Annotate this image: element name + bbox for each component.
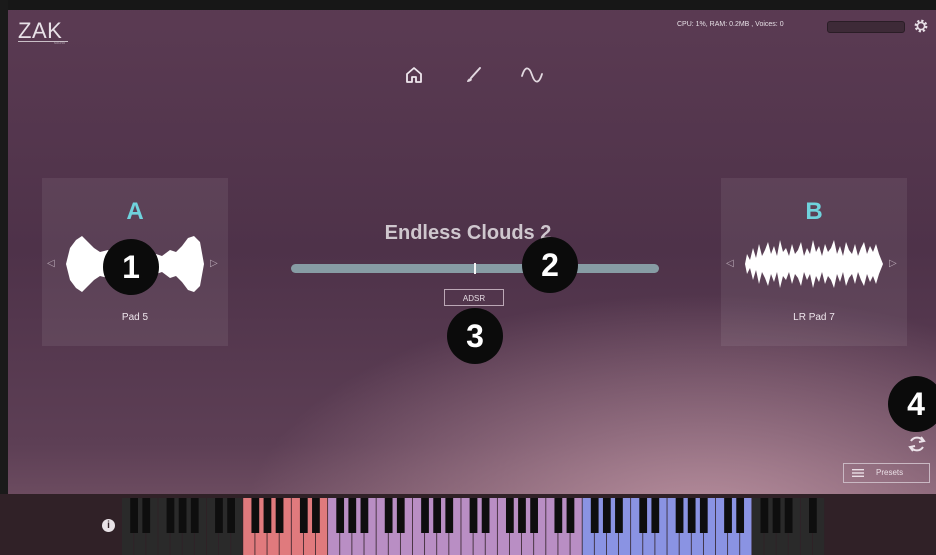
black-key[interactable] [166, 498, 175, 533]
black-key[interactable] [687, 498, 696, 533]
ab-mix-slider-handle[interactable] [474, 263, 476, 274]
system-status: CPU: 1%, RAM: 0.2MB , Voices: 0 [677, 21, 784, 28]
prev-arrow-icon[interactable]: ◁ [726, 258, 734, 269]
black-key[interactable] [421, 498, 429, 533]
next-arrow-icon[interactable]: ▷ [889, 258, 897, 269]
layer-b-panel[interactable]: B ◁ ▷ LR Pad 7 [721, 178, 907, 346]
callout-badge-4: 4 [888, 376, 936, 432]
black-key[interactable] [760, 498, 769, 533]
presets-label: Presets [876, 468, 904, 477]
black-key[interactable] [312, 498, 320, 533]
logo-subtitle: sound [54, 40, 65, 45]
presets-button[interactable]: Presets [843, 463, 930, 483]
black-key[interactable] [566, 498, 575, 533]
black-key[interactable] [518, 498, 526, 533]
black-key[interactable] [772, 498, 781, 533]
black-key[interactable] [481, 498, 490, 533]
black-key[interactable] [602, 498, 611, 533]
window-border [0, 0, 8, 555]
black-key[interactable] [130, 498, 138, 533]
black-key[interactable] [590, 498, 599, 533]
adsr-button[interactable]: ADSR [444, 289, 504, 306]
next-arrow-icon[interactable]: ▷ [210, 258, 218, 269]
black-key[interactable] [190, 498, 199, 533]
black-key[interactable] [348, 498, 357, 533]
black-key[interactable] [263, 498, 272, 533]
black-key[interactable] [178, 498, 187, 533]
layer-a-sample-name: Pad 5 [121, 312, 149, 323]
layer-b-sample-name: LR Pad 7 [793, 312, 835, 323]
piano-keyboard[interactable] [122, 498, 825, 555]
black-key[interactable] [360, 498, 369, 533]
black-key[interactable] [675, 498, 684, 533]
sine-wave-icon[interactable] [521, 64, 543, 86]
black-key[interactable] [396, 498, 405, 533]
black-key[interactable] [505, 498, 514, 533]
black-key[interactable] [275, 498, 284, 533]
synth-window: ZAK sound CPU: 1%, RAM: 0.2MB , Voices: … [0, 0, 936, 555]
black-key[interactable] [784, 498, 793, 533]
black-key[interactable] [445, 498, 454, 533]
black-key[interactable] [215, 498, 223, 533]
black-key[interactable] [299, 498, 308, 533]
home-icon[interactable] [403, 64, 425, 86]
black-key[interactable] [142, 498, 151, 533]
black-key[interactable] [736, 498, 745, 533]
gear-icon[interactable] [913, 18, 929, 34]
callout-badge-3: 3 [447, 308, 503, 364]
callout-badge-2: 2 [522, 237, 578, 293]
callout-badge-1: 1 [103, 239, 159, 295]
black-key[interactable] [699, 498, 708, 533]
refresh-icon[interactable] [906, 433, 928, 455]
volume-meter [827, 21, 905, 33]
prev-arrow-icon[interactable]: ◁ [47, 258, 55, 269]
black-key[interactable] [336, 498, 345, 533]
info-icon[interactable]: i [102, 519, 115, 532]
brush-icon[interactable] [463, 64, 485, 86]
black-key[interactable] [530, 498, 538, 533]
menu-icon [852, 469, 864, 477]
black-key[interactable] [433, 498, 442, 533]
black-key[interactable] [227, 498, 235, 533]
black-key[interactable] [724, 498, 732, 533]
black-key[interactable] [251, 498, 260, 533]
black-key[interactable] [639, 498, 648, 533]
black-key[interactable] [651, 498, 660, 533]
black-key[interactable] [469, 498, 478, 533]
black-key[interactable] [554, 498, 563, 533]
black-key[interactable] [809, 498, 817, 533]
title-bar [0, 0, 936, 10]
black-key[interactable] [384, 498, 393, 533]
black-key[interactable] [615, 498, 623, 533]
